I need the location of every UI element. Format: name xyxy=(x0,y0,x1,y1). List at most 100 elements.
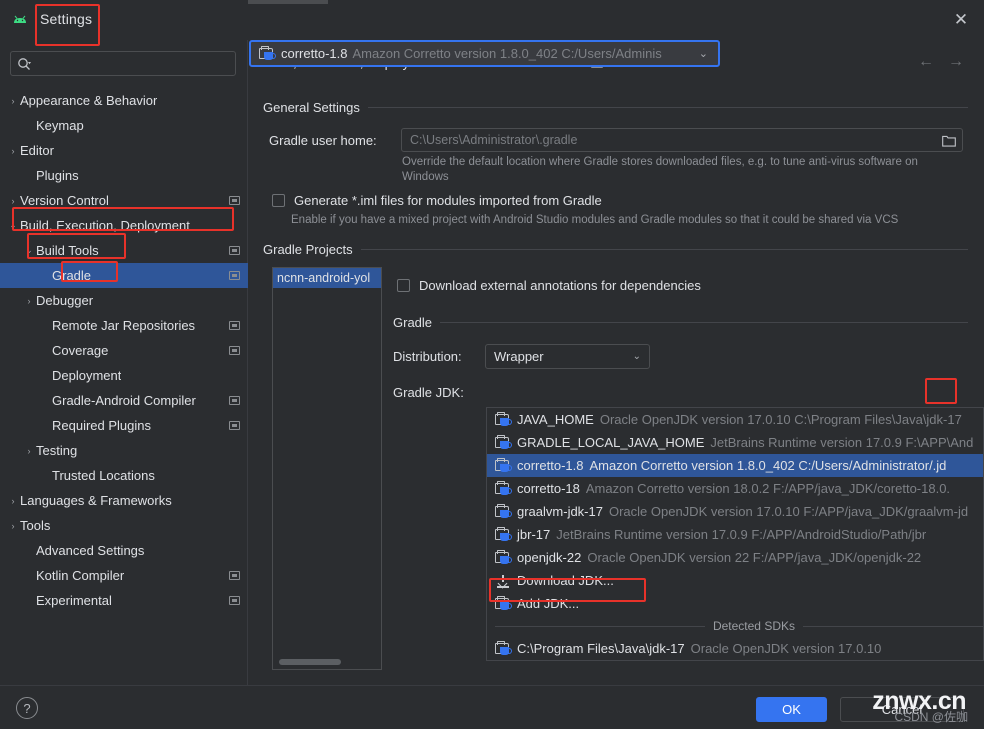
sidebar-item-label: Debugger xyxy=(36,293,94,308)
project-scope-badge-icon xyxy=(229,346,240,355)
sidebar-item-testing[interactable]: › Testing xyxy=(0,438,248,463)
distribution-value: Wrapper xyxy=(494,349,544,364)
dropdown-item-description: Oracle OpenJDK version 17.0.10 C:\Progra… xyxy=(599,412,962,427)
sidebar-item-label: Testing xyxy=(36,443,78,458)
project-scope-badge-icon xyxy=(229,246,240,255)
dropdown-item-name: GRADLE_LOCAL_JAVA_HOME xyxy=(517,435,705,450)
search-icon xyxy=(18,57,31,70)
dropdown-item[interactable]: Download JDK... xyxy=(487,569,983,592)
dropdown-item-description: Amazon Corretto version 1.8.0_402 C:/Use… xyxy=(589,458,947,473)
chevron-down-icon[interactable]: ⌄ xyxy=(699,47,708,60)
sidebar-item-label: Deployment xyxy=(52,368,122,383)
chevron-right-icon[interactable]: › xyxy=(6,146,20,156)
horizontal-scrollbar[interactable] xyxy=(279,659,341,665)
section-divider xyxy=(367,107,968,108)
chevron-right-icon[interactable]: › xyxy=(22,446,36,456)
sidebar-item-plugins[interactable]: Plugins xyxy=(0,163,248,188)
sidebar-item-languages-frameworks[interactable]: › Languages & Frameworks xyxy=(0,488,248,513)
dropdown-item[interactable]: C:\Program Files\Java\jdk-17 Oracle OpenJ… xyxy=(487,637,983,660)
dropdown-item[interactable]: GRADLE_LOCAL_JAVA_HOME JetBrains Runtime … xyxy=(487,431,983,454)
dropdown-item[interactable]: jbr-17 JetBrains Runtime version 17.0.9 F… xyxy=(487,523,983,546)
help-button[interactable]: ? xyxy=(16,697,38,719)
project-scope-badge-icon xyxy=(229,196,240,205)
folder-icon[interactable] xyxy=(942,134,956,147)
sidebar-item-label: Languages & Frameworks xyxy=(20,493,172,508)
detected-sdks-caption: Detected SDKs xyxy=(704,619,803,633)
nav-forward-icon[interactable]: → xyxy=(948,53,964,71)
sidebar-item-editor[interactable]: › Editor xyxy=(0,138,248,163)
sidebar-item-build-tools[interactable]: ⌄ Build Tools xyxy=(0,238,248,263)
sidebar-item-gradle[interactable]: Gradle xyxy=(0,263,248,288)
sidebar-item-kotlin-compiler[interactable]: Kotlin Compiler xyxy=(0,563,248,588)
sidebar-item-coverage[interactable]: Coverage xyxy=(0,338,248,363)
dropdown-item-name: corretto-1.8 xyxy=(517,458,584,473)
generate-iml-checkbox-row[interactable]: Generate *.iml files for modules importe… xyxy=(272,193,602,208)
download-annotations-checkbox[interactable] xyxy=(397,279,410,292)
sidebar-item-deployment[interactable]: Deployment xyxy=(0,363,248,388)
download-icon xyxy=(495,574,511,588)
download-annotations-checkbox-row[interactable]: Download external annotations for depend… xyxy=(397,278,701,293)
gradle-user-home-label: Gradle user home: xyxy=(269,133,377,148)
sidebar-item-appearance-behavior[interactable]: › Appearance & Behavior xyxy=(0,88,248,113)
chevron-right-icon[interactable]: › xyxy=(6,496,20,506)
sidebar-item-advanced-settings[interactable]: Advanced Settings xyxy=(0,538,248,563)
cancel-button[interactable]: Cancel xyxy=(840,697,964,722)
distribution-combo[interactable]: Wrapper ⌄ xyxy=(485,344,650,369)
sidebar-item-experimental[interactable]: Experimental xyxy=(0,588,248,613)
sidebar-search xyxy=(10,51,236,76)
settings-dialog: Settings ✕ › Appearance & Behavior Keymap ›… xyxy=(0,0,984,729)
dropdown-item-name: jbr-17 xyxy=(517,527,551,542)
sidebar-item-remote-jar-repositories[interactable]: Remote Jar Repositories xyxy=(0,313,248,338)
chevron-down-icon[interactable]: ⌄ xyxy=(22,245,36,256)
search-input[interactable] xyxy=(31,56,235,71)
list-item[interactable]: ncnn-android-yol xyxy=(273,268,381,288)
sidebar-item-gradle-android-compiler[interactable]: Gradle-Android Compiler xyxy=(0,388,248,413)
dropdown-item-description: JetBrains Runtime version 17.0.9 F:/APP/… xyxy=(556,527,927,542)
chevron-right-icon[interactable]: › xyxy=(6,96,20,106)
general-settings-title: General Settings xyxy=(263,100,360,115)
nav-back-icon[interactable]: ← xyxy=(918,53,934,71)
gradle-jdk-combo[interactable]: corretto-1.8 Amazon Corretto version 1.8… xyxy=(249,40,720,67)
gradle-user-home-placeholder: C:\Users\Administrator\.gradle xyxy=(410,133,578,147)
gradle-jdk-dropdown[interactable]: JAVA_HOME Oracle OpenJDK version 17.0.10 … xyxy=(486,407,984,661)
gradle-projects-list[interactable]: ncnn-android-yol xyxy=(272,267,382,670)
dropdown-item[interactable]: JAVA_HOME Oracle OpenJDK version 17.0.10 … xyxy=(487,408,983,431)
dropdown-item[interactable]: corretto-1.8 Amazon Corretto version 1.8.… xyxy=(487,454,983,477)
sidebar-item-build-execution-deployment[interactable]: ⌄ Build, Execution, Deployment xyxy=(0,213,248,238)
sidebar-item-keymap[interactable]: Keymap xyxy=(0,113,248,138)
settings-tree: › Appearance & Behavior Keymap › Editor Plugi… xyxy=(0,88,248,613)
download-annotations-label: Download external annotations for depend… xyxy=(419,278,701,293)
sidebar-item-debugger[interactable]: › Debugger xyxy=(0,288,248,313)
dropdown-item[interactable]: graalvm-jdk-17 Oracle OpenJDK version 17.… xyxy=(487,500,983,523)
project-scope-badge-icon xyxy=(229,396,240,405)
sidebar-item-label: Plugins xyxy=(36,168,79,183)
generate-iml-checkbox[interactable] xyxy=(272,194,285,207)
dropdown-item-description: Oracle OpenJDK version 17.0.10 xyxy=(690,641,882,656)
sidebar-item-label: Remote Jar Repositories xyxy=(52,318,196,333)
sidebar-item-required-plugins[interactable]: Required Plugins xyxy=(0,413,248,438)
chevron-right-icon[interactable]: › xyxy=(6,521,20,531)
section-divider xyxy=(440,322,968,323)
chevron-right-icon[interactable]: › xyxy=(6,196,20,206)
dropdown-item[interactable]: Add JDK... xyxy=(487,592,983,615)
search-box[interactable] xyxy=(10,51,236,76)
sidebar-item-label: Editor xyxy=(20,143,54,158)
chevron-down-icon[interactable]: ⌄ xyxy=(633,351,641,362)
jdk-icon xyxy=(495,549,512,565)
dropdown-item[interactable]: openjdk-22 Oracle OpenJDK version 22 F:/A… xyxy=(487,546,983,569)
gradle-user-home-field[interactable]: C:\Users\Administrator\.gradle xyxy=(401,128,963,152)
close-icon[interactable]: ✕ xyxy=(946,6,976,34)
project-scope-badge-icon xyxy=(229,271,240,280)
chevron-down-icon[interactable]: ⌄ xyxy=(6,220,20,231)
chevron-right-icon[interactable]: › xyxy=(22,296,36,306)
sidebar-item-label: Trusted Locations xyxy=(52,468,155,483)
dropdown-item[interactable]: corretto-18 Amazon Corretto version 18.0.… xyxy=(487,477,983,500)
ok-button[interactable]: OK xyxy=(756,697,827,722)
sidebar-item-trusted-locations[interactable]: Trusted Locations xyxy=(0,463,248,488)
nav-arrows: ← → xyxy=(918,53,964,71)
project-scope-badge-icon xyxy=(229,321,240,330)
sidebar-item-label: Version Control xyxy=(20,193,109,208)
sidebar-item-label: Kotlin Compiler xyxy=(36,568,125,583)
sidebar-item-tools[interactable]: › Tools xyxy=(0,513,248,538)
sidebar-item-version-control[interactable]: › Version Control xyxy=(0,188,248,213)
